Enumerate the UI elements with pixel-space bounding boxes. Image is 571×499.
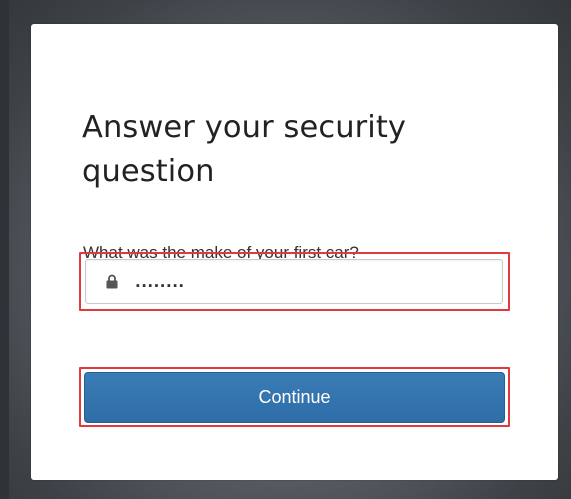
lock-icon [106,274,118,289]
page-title: Answer your security question [82,110,407,189]
security-question-card: Answer your security question What was t… [31,24,558,480]
continue-button[interactable]: Continue [84,372,505,423]
answer-field[interactable] [85,259,503,304]
security-answer-input[interactable] [135,267,485,297]
